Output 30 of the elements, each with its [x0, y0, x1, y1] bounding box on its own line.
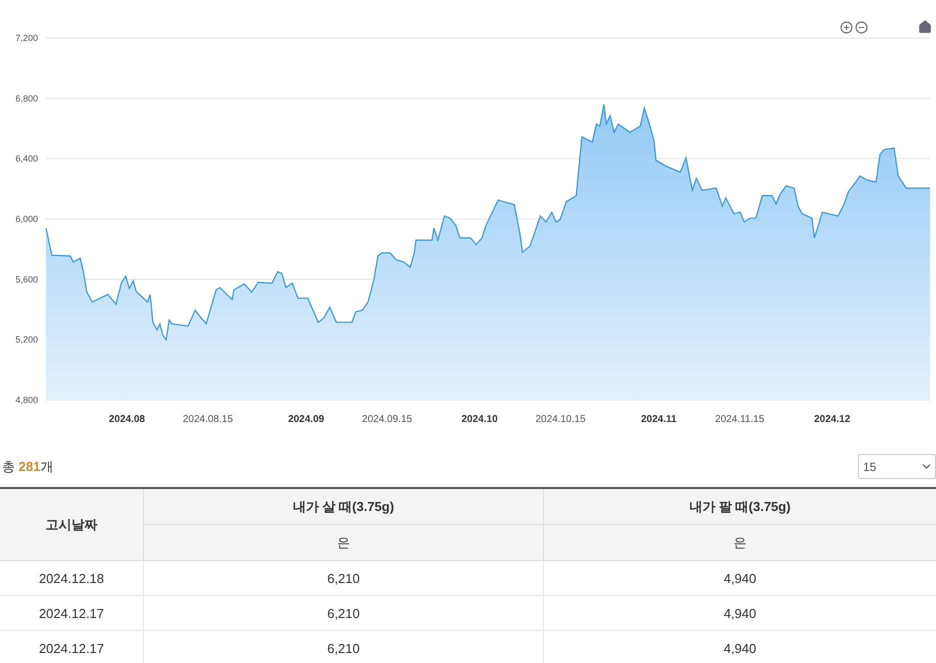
home-button[interactable] [918, 20, 932, 34]
x-axis-label: 2024.11 [640, 414, 677, 425]
x-axis-label: 2024.09.15 [362, 414, 412, 425]
y-axis-label: 6,800 [15, 93, 38, 104]
column-subheader: 은 [144, 524, 544, 560]
x-axis-label: 2024.08 [108, 414, 145, 425]
column-subheader: 은 [544, 524, 936, 560]
y-axis-label: 7,200 [15, 33, 38, 43]
y-axis-label: 6,400 [15, 154, 38, 164]
x-axis-label: 2024.12 [814, 414, 850, 425]
y-axis-label: 5,200 [15, 334, 38, 345]
column-header: 내가 팔 때(3.75g) [544, 488, 936, 524]
x-axis-label: 2024.10.15 [535, 414, 586, 425]
page-size-select[interactable]: 15 [858, 454, 936, 479]
y-axis-label: 6,000 [15, 214, 38, 224]
x-axis-label: 2024.08.15 [182, 414, 233, 425]
table-cell: 6,210 [144, 596, 544, 630]
zoom-out-button[interactable] [855, 20, 868, 34]
table-cell: 2024.12.18 [0, 560, 144, 596]
column-header: 내가 살 때(3.75g) [144, 488, 544, 524]
y-axis-label: 5,600 [15, 274, 38, 284]
table-cell: 2024.12.17 [0, 596, 144, 630]
x-axis-label: 2024.10 [462, 414, 498, 425]
y-axis-label: 4,800 [15, 395, 38, 405]
table-cell: 6,210 [144, 560, 544, 596]
column-header: 고시날짜 [0, 488, 144, 560]
x-axis-label: 2024.09 [288, 414, 324, 425]
x-axis-label: 2024.11.15 [715, 414, 764, 425]
total-count: 총 281개 [2, 458, 54, 476]
zoom-in-button[interactable] [840, 20, 853, 34]
